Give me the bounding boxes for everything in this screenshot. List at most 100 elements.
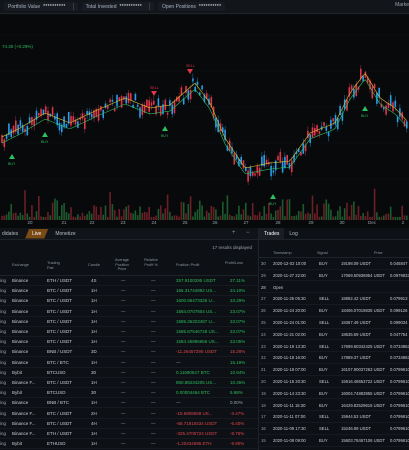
trade-row[interactable]: 27 2020-11-25 05:30 SELL 18882.42 USDT 0.079… (259, 293, 409, 305)
table-row[interactable]: ing Bybit BTCUSD 30 — — 0.00004464 BTC 5.98% (0, 388, 258, 399)
table-row[interactable]: ing Bybit BTCUSD 30 — — 0.11690647 BTC 10.94% (0, 368, 258, 378)
collapse-icon[interactable]: − (246, 230, 250, 236)
header-exchange[interactable]: Exchange (12, 263, 29, 268)
candle-body (12, 125, 15, 134)
table-row[interactable]: ing Binance BTC / USDT 1H — — 1585.87546728 US… (0, 327, 258, 337)
row-side-number: 19 (261, 390, 266, 396)
row-label: ing (0, 400, 7, 406)
trade-row[interactable]: 26 2020-11-24 20:00 BUY 18406.07019835 USDT… (259, 305, 409, 317)
relative-profit-cell: — (151, 390, 156, 396)
candle-body (104, 103, 107, 108)
tab-monetize[interactable]: Monetize (48, 229, 82, 239)
volume-bar (235, 214, 238, 220)
add-icon[interactable]: + (232, 230, 236, 236)
table-row[interactable]: ing Binance BTC / USDT 1H — — 1584.0707804 US.… (0, 307, 258, 317)
header-signal[interactable]: Signal (317, 251, 328, 255)
trade-row[interactable]: 16 2020-11-09 17:30 SELL 15246.99 USDT 0.079… (259, 423, 409, 435)
volume-bar (337, 210, 339, 220)
trade-row[interactable]: 17 2020-11-11 07:00 SELL 15944.53 USDT 0.079… (259, 411, 409, 423)
volume-bar (383, 215, 385, 220)
row-label: ing (0, 359, 7, 365)
table-row[interactable]: ing Binance BTC / USDT 1H — — 166.31744992 US.… (0, 286, 258, 297)
market-link[interactable]: Marke (395, 2, 409, 8)
candle-body (318, 131, 321, 134)
relative-profit-cell: — (151, 369, 156, 375)
open-group-row[interactable]: 28 Open (259, 282, 409, 294)
table-row[interactable]: ing Binance BTC / BTC 1H — — — 15.19% (0, 358, 258, 368)
table-row[interactable]: ing Binance BTC / USDT 1H — — 1585.36323487 U.… (0, 317, 258, 327)
volume-bar (54, 198, 56, 220)
table-row[interactable]: ing Binance ETH / USDT 4S — — 257.9100295 USDT… (0, 276, 258, 286)
header-price[interactable]: Price (374, 251, 383, 255)
timestamp-cell: 2020-11-18 07:00 (273, 367, 306, 373)
volume-bar (93, 205, 95, 220)
trade-row[interactable]: 23 2020-11-19 13:30 SELL 17699.60342425 USD… (259, 341, 409, 353)
volume-bar (320, 216, 323, 220)
tab-candidates[interactable]: didates (0, 229, 25, 239)
volume-bar (180, 201, 183, 220)
row-side-number: 20 (261, 379, 266, 384)
profit-loss-cell: -3.47% (230, 410, 245, 416)
trade-row[interactable]: 19 2020-11-14 23:30 BUY 16004.74883955 USDT… (259, 388, 409, 400)
header-trading-pair[interactable]: Trading Pair (47, 261, 67, 270)
price-chart[interactable]: 74.30 (+0.29%) BUY BUY BUY SELL SELL BUY BUY 20 2… (0, 15, 409, 228)
table-row[interactable]: ing Binance BNB / BTC 1H — — — 0.00% (0, 398, 258, 409)
trade-row[interactable]: 15 2020-11-08 09:00 BUY 15603.78467106 USDT… (259, 435, 409, 447)
volume-bar (136, 215, 139, 220)
row-side-number: 18 (261, 402, 266, 408)
exchange-cell: Binance F... (12, 420, 36, 426)
candle-body (90, 114, 93, 118)
candle-body (291, 160, 293, 173)
row-label: ing (0, 380, 7, 385)
buy-marker-icon (42, 132, 48, 137)
price-cell: 16004.74883955 USDT (341, 390, 386, 396)
profit-loss-cell: 23.07% (230, 318, 246, 324)
header-position-profit[interactable]: Position Profit (176, 263, 199, 268)
profit-loss-cell: 15.19% (230, 359, 246, 365)
trade-row[interactable]: 20 2020-11-16 20:30 SELL 15916.48653722 USD… (259, 376, 409, 388)
table-row[interactable]: ing Binance F... BTC / USDT 1H — — 860.8823420… (0, 378, 258, 388)
volume-bar (178, 216, 180, 220)
table-row[interactable]: ing Binance BNB / USDT 3D — — -11.26457295 USD… (0, 347, 258, 358)
candlestick-chart[interactable]: 74.30 (+0.29%) BUY BUY BUY SELL SELL BUY BUY 20 2… (0, 15, 409, 228)
table-row[interactable]: ing Bybit ETHUSD 1H — — -1.20434695 ETH -9.90% (0, 439, 258, 450)
candle-body (44, 106, 47, 113)
header-timestamp[interactable]: Timestamp (273, 251, 292, 255)
trade-row[interactable]: 25 2020-11-24 01:00 SELL 18367.49 USDT 0.099… (259, 317, 409, 329)
exchange-cell: Binance F... (12, 431, 36, 436)
trading-pair-cell: BTC / USDT (47, 298, 73, 304)
candle-cell: 30 (91, 390, 97, 396)
relative-profit-cell: — (151, 400, 156, 406)
volume-bar (143, 211, 146, 220)
candle-cell: 2H (91, 410, 97, 416)
table-row[interactable]: ing Binance F... BTC / USDT 2H — — -15.6908558… (0, 409, 258, 419)
trade-row[interactable]: 21 2020-11-18 07:00 BUY 16107.90037263 USDT… (259, 364, 409, 376)
tab-log[interactable]: Log (284, 228, 302, 239)
tab-live[interactable]: Live (25, 229, 48, 239)
marker-label: SELL (150, 86, 159, 90)
candle-body (26, 125, 29, 136)
total-invested-stat: Total Invested ********** (81, 2, 154, 11)
volume-bar (307, 212, 309, 220)
trade-row[interactable]: 18 2020-11-11 15:30 BUY 16429.82529615 USDT… (259, 400, 409, 412)
table-row[interactable]: ing Binance F... ETH / USDT 1H — — -325.470072… (0, 429, 258, 439)
table-row[interactable]: ing Binance BTC / USDT 1H — — 1600.86473325 U.… (0, 296, 258, 307)
candle-cell: 1H (91, 329, 97, 334)
volume-bar (77, 214, 79, 220)
timestamp-cell: Open (273, 284, 284, 290)
buy-marker-icon (9, 154, 15, 159)
candle-body (277, 156, 279, 161)
table-row[interactable]: ing Binance F... BTC / USDT 4H — — -68.7191043… (0, 419, 258, 429)
table-row[interactable]: ing Binance BTC / USDT 1H — — 1584.45896656 US… (0, 337, 258, 348)
trade-row[interactable]: 29 2020-11-27 22:00 BUY 17069.50936954 USDT… (259, 270, 409, 282)
x-axis-tick-label: 23 (120, 220, 126, 225)
trade-row[interactable]: 30 2020-12-02 10:00 BUY 19198.09 USDT 0.0458… (259, 258, 409, 270)
tab-trades[interactable]: Trades (259, 228, 285, 239)
trade-row[interactable]: 22 2020-11-18 16:00 BUY 17889.37 USDT 0.0734… (259, 352, 409, 364)
header-candle[interactable]: Candle (88, 263, 100, 268)
header-average-price[interactable]: Average Position Price (111, 258, 133, 272)
header-profit-loss[interactable]: Profit/Loss (225, 261, 250, 266)
header-relative-profit[interactable]: Relative Profit % (140, 258, 162, 267)
x-axis-tick-label: 25 (182, 220, 188, 225)
trade-row[interactable]: 24 2020-11-21 02:00 BUY 18635.69 USDT 0.0477… (259, 329, 409, 341)
